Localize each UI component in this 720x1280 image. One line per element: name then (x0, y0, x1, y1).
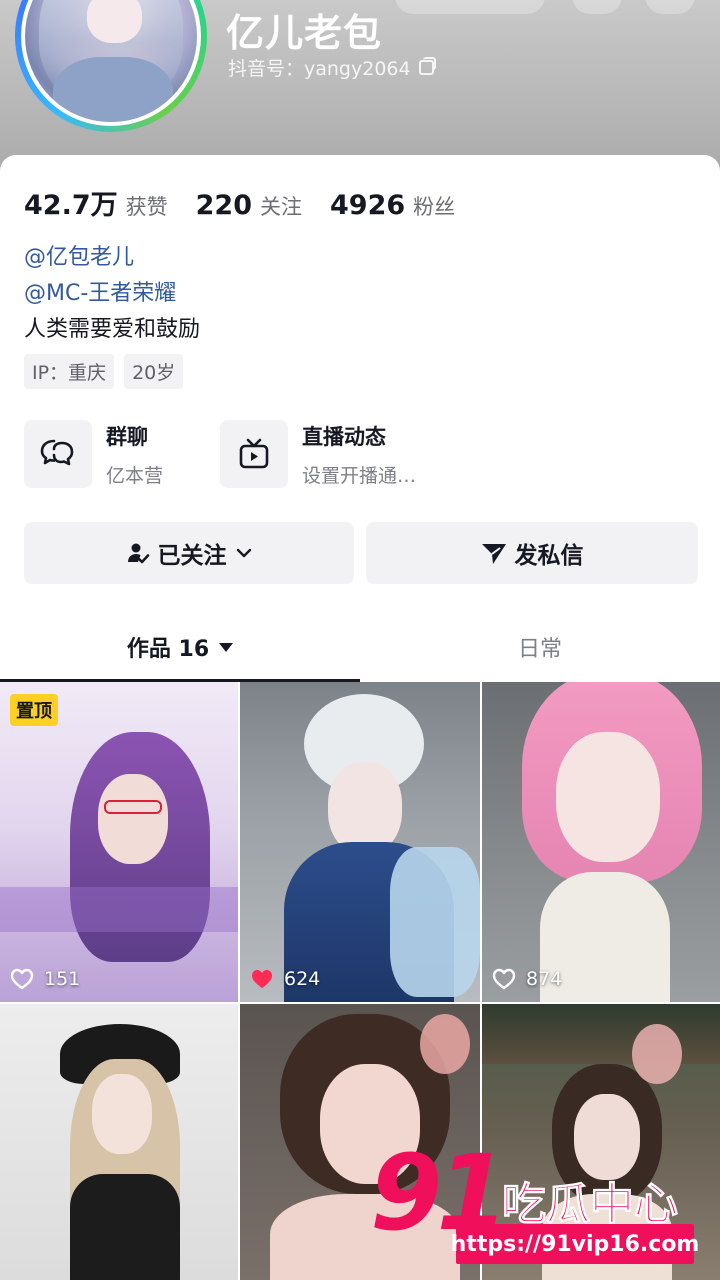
tab-works[interactable]: 作品 16 (0, 613, 360, 681)
like-count: 874 (492, 968, 562, 990)
watermark-url: https://91vip16.com (451, 1224, 699, 1264)
live-updates-title: 直播动态 (302, 424, 386, 449)
heart-filled-icon (252, 970, 272, 988)
tab-daily-label: 日常 (517, 637, 562, 662)
like-count: 151 (10, 968, 80, 990)
stat-label: 粉丝 (413, 195, 456, 219)
chevron-down-icon (236, 548, 251, 558)
watermark-text: 吃瓜中心 (502, 1179, 679, 1231)
video-tile[interactable]: 置顶 151 (0, 682, 238, 1002)
like-count-text: 624 (284, 968, 321, 990)
user-check-icon (127, 543, 149, 564)
live-updates-entry[interactable]: 直播动态 设置开播通… (220, 420, 416, 488)
heart-outline-icon (492, 968, 516, 990)
ip-tag: IP：重庆 (24, 354, 115, 389)
group-chat-title: 群聊 (106, 424, 148, 449)
more-button[interactable] (645, 0, 695, 14)
mention-link-1[interactable]: @亿包老儿 (24, 239, 134, 271)
video-tile[interactable] (0, 1004, 238, 1280)
stat-number: 220 (195, 190, 252, 221)
chat-bubbles-icon (24, 420, 92, 488)
copy-icon[interactable] (418, 57, 436, 75)
followed-label: 已关注 (157, 543, 227, 569)
content-tabs: 作品 16 日常 (0, 613, 720, 682)
douyin-id[interactable]: 抖音号：yangy2064 (228, 54, 436, 81)
mention-link-2[interactable]: @MC-王者荣耀 (24, 275, 176, 307)
like-count-text: 874 (526, 968, 563, 990)
tab-daily[interactable]: 日常 (360, 613, 720, 681)
heart-outline-icon (10, 968, 34, 990)
tab-works-label: 作品 16 (126, 637, 210, 662)
live-updates-subtitle: 设置开播通… (302, 464, 417, 487)
stat-label: 关注 (260, 195, 302, 219)
search-pill[interactable] (395, 0, 545, 14)
like-count-text: 151 (44, 968, 81, 990)
group-chat-subtitle: 亿本营 (106, 464, 164, 487)
stat-followers[interactable]: 4926 粉丝 (330, 190, 455, 221)
profile-tags: IP：重庆 20岁 (24, 354, 184, 389)
stat-following[interactable]: 220 关注 (196, 190, 302, 221)
message-label: 发私信 (514, 543, 584, 569)
douyin-id-text: 抖音号：yangy2064 (228, 58, 411, 80)
watermark: 91 吃瓜中心 https://91vip16.com (370, 1132, 720, 1280)
like-count: 624 (250, 968, 320, 990)
pinned-badge: 置顶 (10, 694, 58, 726)
stat-number: 4926 (330, 190, 406, 221)
share-button[interactable] (572, 0, 622, 14)
stat-number: 42.7万 (24, 190, 118, 221)
send-icon (481, 544, 506, 564)
avatar-image (25, 0, 197, 122)
avatar[interactable] (15, 0, 207, 132)
tv-icon (220, 420, 288, 488)
bio-text: 人类需要爱和鼓励 (24, 317, 201, 342)
age-tag: 20岁 (124, 354, 184, 389)
stat-label: 获赞 (125, 195, 168, 219)
caret-down-icon (219, 642, 234, 652)
username: 亿儿老包 (226, 11, 383, 55)
group-chat-entry[interactable]: 群聊 亿本营 (24, 420, 163, 488)
video-tile[interactable]: 874 (482, 682, 720, 1002)
stats-row: 42.7万 获赞 220 关注 4926 粉丝 (24, 183, 483, 222)
message-button[interactable]: 发私信 (366, 522, 698, 584)
followed-button[interactable]: 已关注 (24, 522, 354, 584)
stat-likes[interactable]: 42.7万 获赞 (24, 183, 168, 222)
video-tile[interactable]: 624 (240, 682, 480, 1002)
